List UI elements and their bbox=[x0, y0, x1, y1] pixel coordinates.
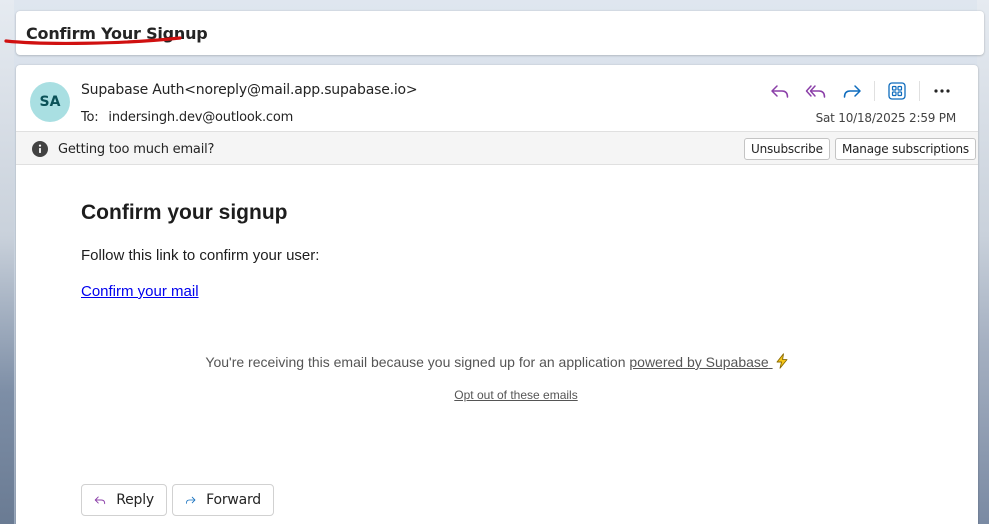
opt-out-link[interactable]: Opt out of these emails bbox=[16, 388, 989, 402]
lightning-bolt-icon bbox=[776, 353, 788, 369]
reply-label: Reply bbox=[116, 492, 154, 508]
avatar[interactable]: SA bbox=[30, 82, 70, 122]
forward-button[interactable] bbox=[834, 78, 870, 104]
forward-label: Forward bbox=[206, 492, 261, 508]
email-footer: You're receiving this email because you … bbox=[16, 353, 978, 370]
apps-button[interactable] bbox=[879, 78, 915, 104]
infobar-text: Getting too much email? bbox=[58, 142, 215, 157]
to-label: To: bbox=[81, 110, 99, 125]
email-paragraph: Follow this link to confirm your user: bbox=[81, 247, 320, 264]
powered-by-label: powered by Supabase bbox=[629, 354, 769, 370]
manage-subscriptions-button[interactable]: Manage subscriptions bbox=[835, 138, 976, 160]
reply-all-button[interactable] bbox=[798, 78, 834, 104]
subscription-infobar: Getting too much email? Unsubscribe Mana… bbox=[16, 131, 978, 165]
recipient-line: To: indersingh.dev@outlook.com bbox=[81, 110, 293, 125]
message-card: SA Supabase Auth<noreply@mail.app.supaba… bbox=[16, 65, 978, 524]
unsubscribe-button[interactable]: Unsubscribe bbox=[744, 138, 830, 160]
confirm-mail-link[interactable]: Confirm your mail bbox=[81, 283, 199, 300]
email-heading: Confirm your signup bbox=[81, 201, 288, 224]
bottom-forward-button[interactable]: Forward bbox=[172, 484, 274, 516]
powered-by-supabase-link[interactable]: powered by Supabase bbox=[629, 353, 788, 370]
reply-button[interactable] bbox=[762, 78, 798, 104]
more-icon bbox=[934, 89, 950, 93]
wallpaper-right bbox=[977, 0, 989, 524]
forward-icon bbox=[185, 496, 196, 504]
wallpaper-left bbox=[0, 0, 14, 524]
red-annotation-underline bbox=[4, 36, 182, 45]
info-icon bbox=[32, 141, 48, 157]
recipient-address[interactable]: indersingh.dev@outlook.com bbox=[108, 110, 293, 125]
more-actions-button[interactable] bbox=[924, 78, 960, 104]
bottom-reply-button[interactable]: Reply bbox=[81, 484, 167, 516]
action-separator bbox=[919, 81, 920, 101]
message-date: Sat 10/18/2025 2:59 PM bbox=[815, 111, 957, 125]
apps-icon bbox=[888, 82, 906, 100]
forward-icon bbox=[843, 85, 861, 98]
reply-icon bbox=[94, 496, 106, 505]
sender-name[interactable]: Supabase Auth<noreply@mail.app.supabase.… bbox=[81, 82, 418, 98]
reply-all-icon bbox=[805, 85, 826, 98]
action-separator bbox=[874, 81, 875, 101]
footer-text: You're receiving this email because you … bbox=[205, 354, 626, 370]
subject-header: Confirm Your Signup bbox=[16, 11, 984, 55]
reply-icon bbox=[771, 85, 789, 98]
message-actions bbox=[762, 78, 960, 104]
